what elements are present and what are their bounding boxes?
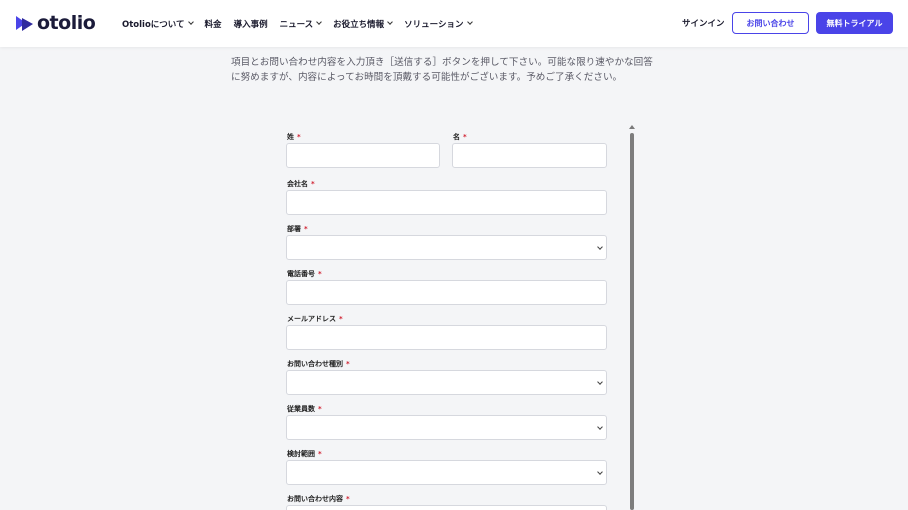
label-text: 従業員数 <box>287 405 315 413</box>
label-text: 電話番号 <box>287 270 315 278</box>
required-mark: * <box>339 315 343 323</box>
scope-select[interactable] <box>286 460 607 485</box>
nav-item-label: 料金 <box>204 19 222 30</box>
first-name-label: 名 * <box>453 132 467 142</box>
otolio-logo[interactable]: otolio <box>14 12 96 34</box>
label-text: 姓 <box>287 133 294 141</box>
required-mark: * <box>318 450 322 458</box>
chevron-down-icon <box>597 424 603 430</box>
logo-text: otolio <box>37 12 96 34</box>
employees-label: 従業員数 * <box>287 404 322 414</box>
nav-item-label: お役立ち情報 <box>333 19 385 30</box>
label-text: 会社名 <box>287 180 308 188</box>
phone-label: 電話番号 * <box>287 269 322 279</box>
label-text: 名 <box>453 133 460 141</box>
label-text: 部署 <box>287 225 301 233</box>
last-name-label: 姓 * <box>287 132 301 142</box>
signin-link[interactable]: サインイン <box>682 17 725 29</box>
department-select[interactable] <box>286 235 607 260</box>
nav-item-label: 導入事例 <box>233 19 268 30</box>
scroll-up-icon[interactable] <box>629 125 635 129</box>
department-label: 部署 * <box>287 224 308 234</box>
main-nav: Otolioについて 料金 導入事例 ニュース お役立ち情報 ソリューション <box>122 0 484 47</box>
form-scrollbar[interactable] <box>629 125 635 510</box>
nav-item-label: ニュース <box>279 19 314 30</box>
intro-line: 項目とお問い合わせ内容を入力頂き［送信する］ボタンを押して下さい。可能な限り速や… <box>231 57 653 68</box>
required-mark: * <box>297 133 301 141</box>
required-mark: * <box>304 225 308 233</box>
company-label: 会社名 * <box>287 179 315 189</box>
nav-item-resources[interactable]: お役立ち情報 <box>333 18 394 30</box>
phone-input[interactable] <box>286 280 607 305</box>
label-text: メールアドレス <box>287 315 336 323</box>
nav-item-case-studies[interactable]: 導入事例 <box>234 18 268 30</box>
required-mark: * <box>318 405 322 413</box>
intro-line: に努めますが、内容によってお時間を頂戴する可能性がございます。予めご了承ください… <box>231 72 623 83</box>
email-label: メールアドレス * <box>287 314 343 324</box>
nav-item-news[interactable]: ニュース <box>280 18 322 30</box>
chevron-down-icon <box>597 379 603 385</box>
label-text: お問い合わせ内容 <box>287 495 343 503</box>
site-header: otolio Otolioについて 料金 導入事例 ニュース お役立ち情報 ソリ… <box>0 0 908 47</box>
company-input[interactable] <box>286 190 607 215</box>
contact-button[interactable]: お問い合わせ <box>732 12 809 34</box>
nav-item-pricing[interactable]: 料金 <box>205 18 222 30</box>
label-text: 検討範囲 <box>287 450 315 458</box>
free-trial-button[interactable]: 無料トライアル <box>816 12 893 34</box>
nav-item-label: ソリューション <box>404 19 464 30</box>
chevron-down-icon <box>466 19 473 25</box>
last-name-input[interactable] <box>286 143 440 168</box>
inquiry-type-label: お問い合わせ種別 * <box>287 359 350 369</box>
label-text: お問い合わせ種別 <box>287 360 343 368</box>
chevron-down-icon <box>316 19 322 25</box>
required-mark: * <box>463 133 467 141</box>
logo-mark-icon <box>16 16 33 31</box>
nav-item-about[interactable]: Otolioについて <box>122 18 194 30</box>
chevron-down-icon <box>597 469 603 475</box>
inquiry-type-select[interactable] <box>286 370 607 395</box>
chevron-down-icon <box>597 244 603 250</box>
scope-label: 検討範囲 * <box>287 449 322 459</box>
required-mark: * <box>346 360 350 368</box>
email-input[interactable] <box>286 325 607 350</box>
chevron-down-icon <box>387 19 394 25</box>
required-mark: * <box>318 270 322 278</box>
first-name-input[interactable] <box>452 143 607 168</box>
employees-select[interactable] <box>286 415 607 440</box>
inquiry-content-label: お問い合わせ内容 * <box>287 494 350 504</box>
required-mark: * <box>311 180 315 188</box>
required-mark: * <box>346 495 350 503</box>
form-intro-text: 項目とお問い合わせ内容を入力頂き［送信する］ボタンを押して下さい。可能な限り速や… <box>231 55 676 85</box>
inquiry-content-textarea[interactable] <box>286 505 607 510</box>
chevron-down-icon <box>187 19 194 25</box>
nav-item-solutions[interactable]: ソリューション <box>404 18 473 30</box>
nav-item-label: Otolioについて <box>122 19 185 30</box>
scrollbar-thumb[interactable] <box>630 133 634 510</box>
